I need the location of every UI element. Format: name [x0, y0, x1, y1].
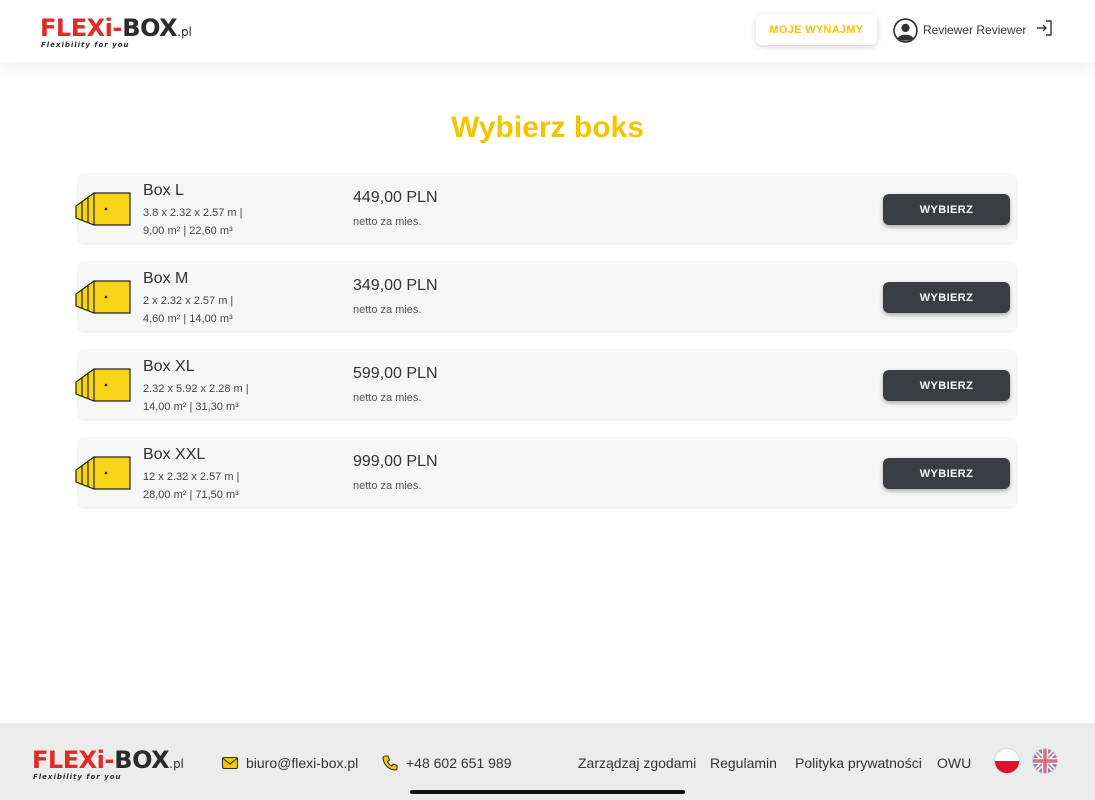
phone-icon — [382, 755, 398, 771]
logout-icon[interactable] — [1034, 18, 1054, 38]
box-area-volume: 4,60 m² | 14,00 m³ — [143, 313, 233, 325]
box-dimensions: 2 x 2.32 x 2.57 m | 4,60 m² | 14,00 m³ — [143, 292, 273, 328]
logo-box: BOX — [122, 14, 178, 42]
box-price: 999,00 PLN — [353, 453, 438, 470]
logo-flexi: FLEXi — [40, 14, 113, 42]
box-card: Box XL 2.32 x 5.92 x 2.28 m | 14,00 m² |… — [75, 349, 1018, 421]
user-name: Reviewer Reviewer — [923, 23, 1027, 37]
box-area-volume: 9,00 m² | 22,60 m³ — [143, 225, 233, 237]
logo-dash: - — [112, 14, 123, 42]
footer-link-consents[interactable]: Zarządzaj zgodami — [578, 754, 696, 772]
box-name: Box XXL — [143, 446, 206, 463]
box-dimensions: 3.8 x 2.32 x 2.57 m | 9,00 m² | 22,60 m³ — [143, 204, 273, 240]
storage-container-icon — [75, 456, 131, 490]
box-list: Box L 3.8 x 2.32 x 2.57 m | 9,00 m² | 22… — [75, 173, 1018, 525]
uk-flag-icon[interactable] — [1032, 748, 1058, 774]
box-size: 2.32 x 5.92 x 2.28 m | — [143, 383, 249, 395]
logo-dash: - — [104, 746, 115, 774]
box-name: Box XL — [143, 358, 195, 375]
box-card: Box M 2 x 2.32 x 2.57 m | 4,60 m² | 14,0… — [75, 261, 1018, 333]
flexi-box-footer-logo[interactable]: FLEXi-BOX.pl Flexibility for you — [32, 743, 202, 783]
footer: FLEXi-BOX.pl Flexibility for you biuro@f… — [0, 723, 1095, 800]
box-dimensions: 2.32 x 5.92 x 2.28 m | 14,00 m² | 31,30 … — [143, 380, 273, 416]
box-dimensions: 12 x 2.32 x 2.57 m | 28,00 m² | 71,50 m³ — [143, 468, 273, 504]
box-size: 2 x 2.32 x 2.57 m | — [143, 295, 234, 307]
logo-tagline: Flexibility for you — [41, 41, 130, 49]
box-name: Box L — [143, 182, 184, 199]
choose-box-button[interactable]: WYBIERZ — [883, 282, 1010, 313]
box-card: Box XXL 12 x 2.32 x 2.57 m | 28,00 m² | … — [75, 437, 1018, 509]
box-price-note: netto za mies. — [353, 392, 422, 404]
footer-email-link[interactable]: biuro@flexi-box.pl — [246, 754, 358, 772]
logo-pl: .pl — [169, 757, 184, 771]
logo-flexi: FLEXi — [32, 746, 105, 774]
pl-flag-icon[interactable] — [994, 748, 1020, 774]
storage-container-icon — [75, 280, 131, 314]
box-card: Box L 3.8 x 2.32 x 2.57 m | 9,00 m² | 22… — [75, 173, 1018, 245]
box-area-volume: 14,00 m² | 31,30 m³ — [143, 401, 239, 413]
storage-container-icon — [75, 192, 131, 226]
top-header: FLEXi-BOX.pl Flexibility for you MOJE WY… — [0, 0, 1095, 62]
logo-box: BOX — [114, 746, 170, 774]
box-area-volume: 28,00 m² | 71,50 m³ — [143, 489, 239, 501]
box-price-note: netto za mies. — [353, 480, 422, 492]
box-price: 599,00 PLN — [353, 365, 438, 382]
footer-link-privacy[interactable]: Polityka prywatności — [795, 754, 922, 772]
box-price: 349,00 PLN — [353, 277, 438, 294]
logo-pl: .pl — [177, 25, 192, 39]
page-title: Wybierz boks — [451, 111, 644, 144]
envelope-icon — [221, 756, 239, 770]
home-indicator — [410, 790, 685, 794]
footer-link-owu[interactable]: OWU — [937, 754, 971, 772]
box-name: Box M — [143, 270, 189, 287]
flexi-box-logo[interactable]: FLEXi-BOX.pl Flexibility for you — [40, 11, 210, 51]
footer-link-terms[interactable]: Regulamin — [710, 754, 777, 772]
choose-box-button[interactable]: WYBIERZ — [883, 458, 1010, 489]
user-menu[interactable]: Reviewer Reviewer — [893, 17, 1026, 43]
storage-container-icon — [75, 368, 131, 402]
choose-box-button[interactable]: WYBIERZ — [883, 194, 1010, 225]
footer-phone-link[interactable]: +48 602 651 989 — [406, 754, 512, 772]
box-size: 3.8 x 2.32 x 2.57 m | — [143, 207, 243, 219]
choose-box-button[interactable]: WYBIERZ — [883, 370, 1010, 401]
logo-tagline: Flexibility for you — [33, 773, 122, 781]
box-price-note: netto za mies. — [353, 304, 422, 316]
box-size: 12 x 2.32 x 2.57 m | — [143, 471, 240, 483]
user-circle-icon — [893, 17, 918, 43]
box-price: 449,00 PLN — [353, 189, 438, 206]
my-rentals-button[interactable]: MOJE WYNAJMY — [756, 14, 877, 45]
box-price-note: netto za mies. — [353, 216, 422, 228]
